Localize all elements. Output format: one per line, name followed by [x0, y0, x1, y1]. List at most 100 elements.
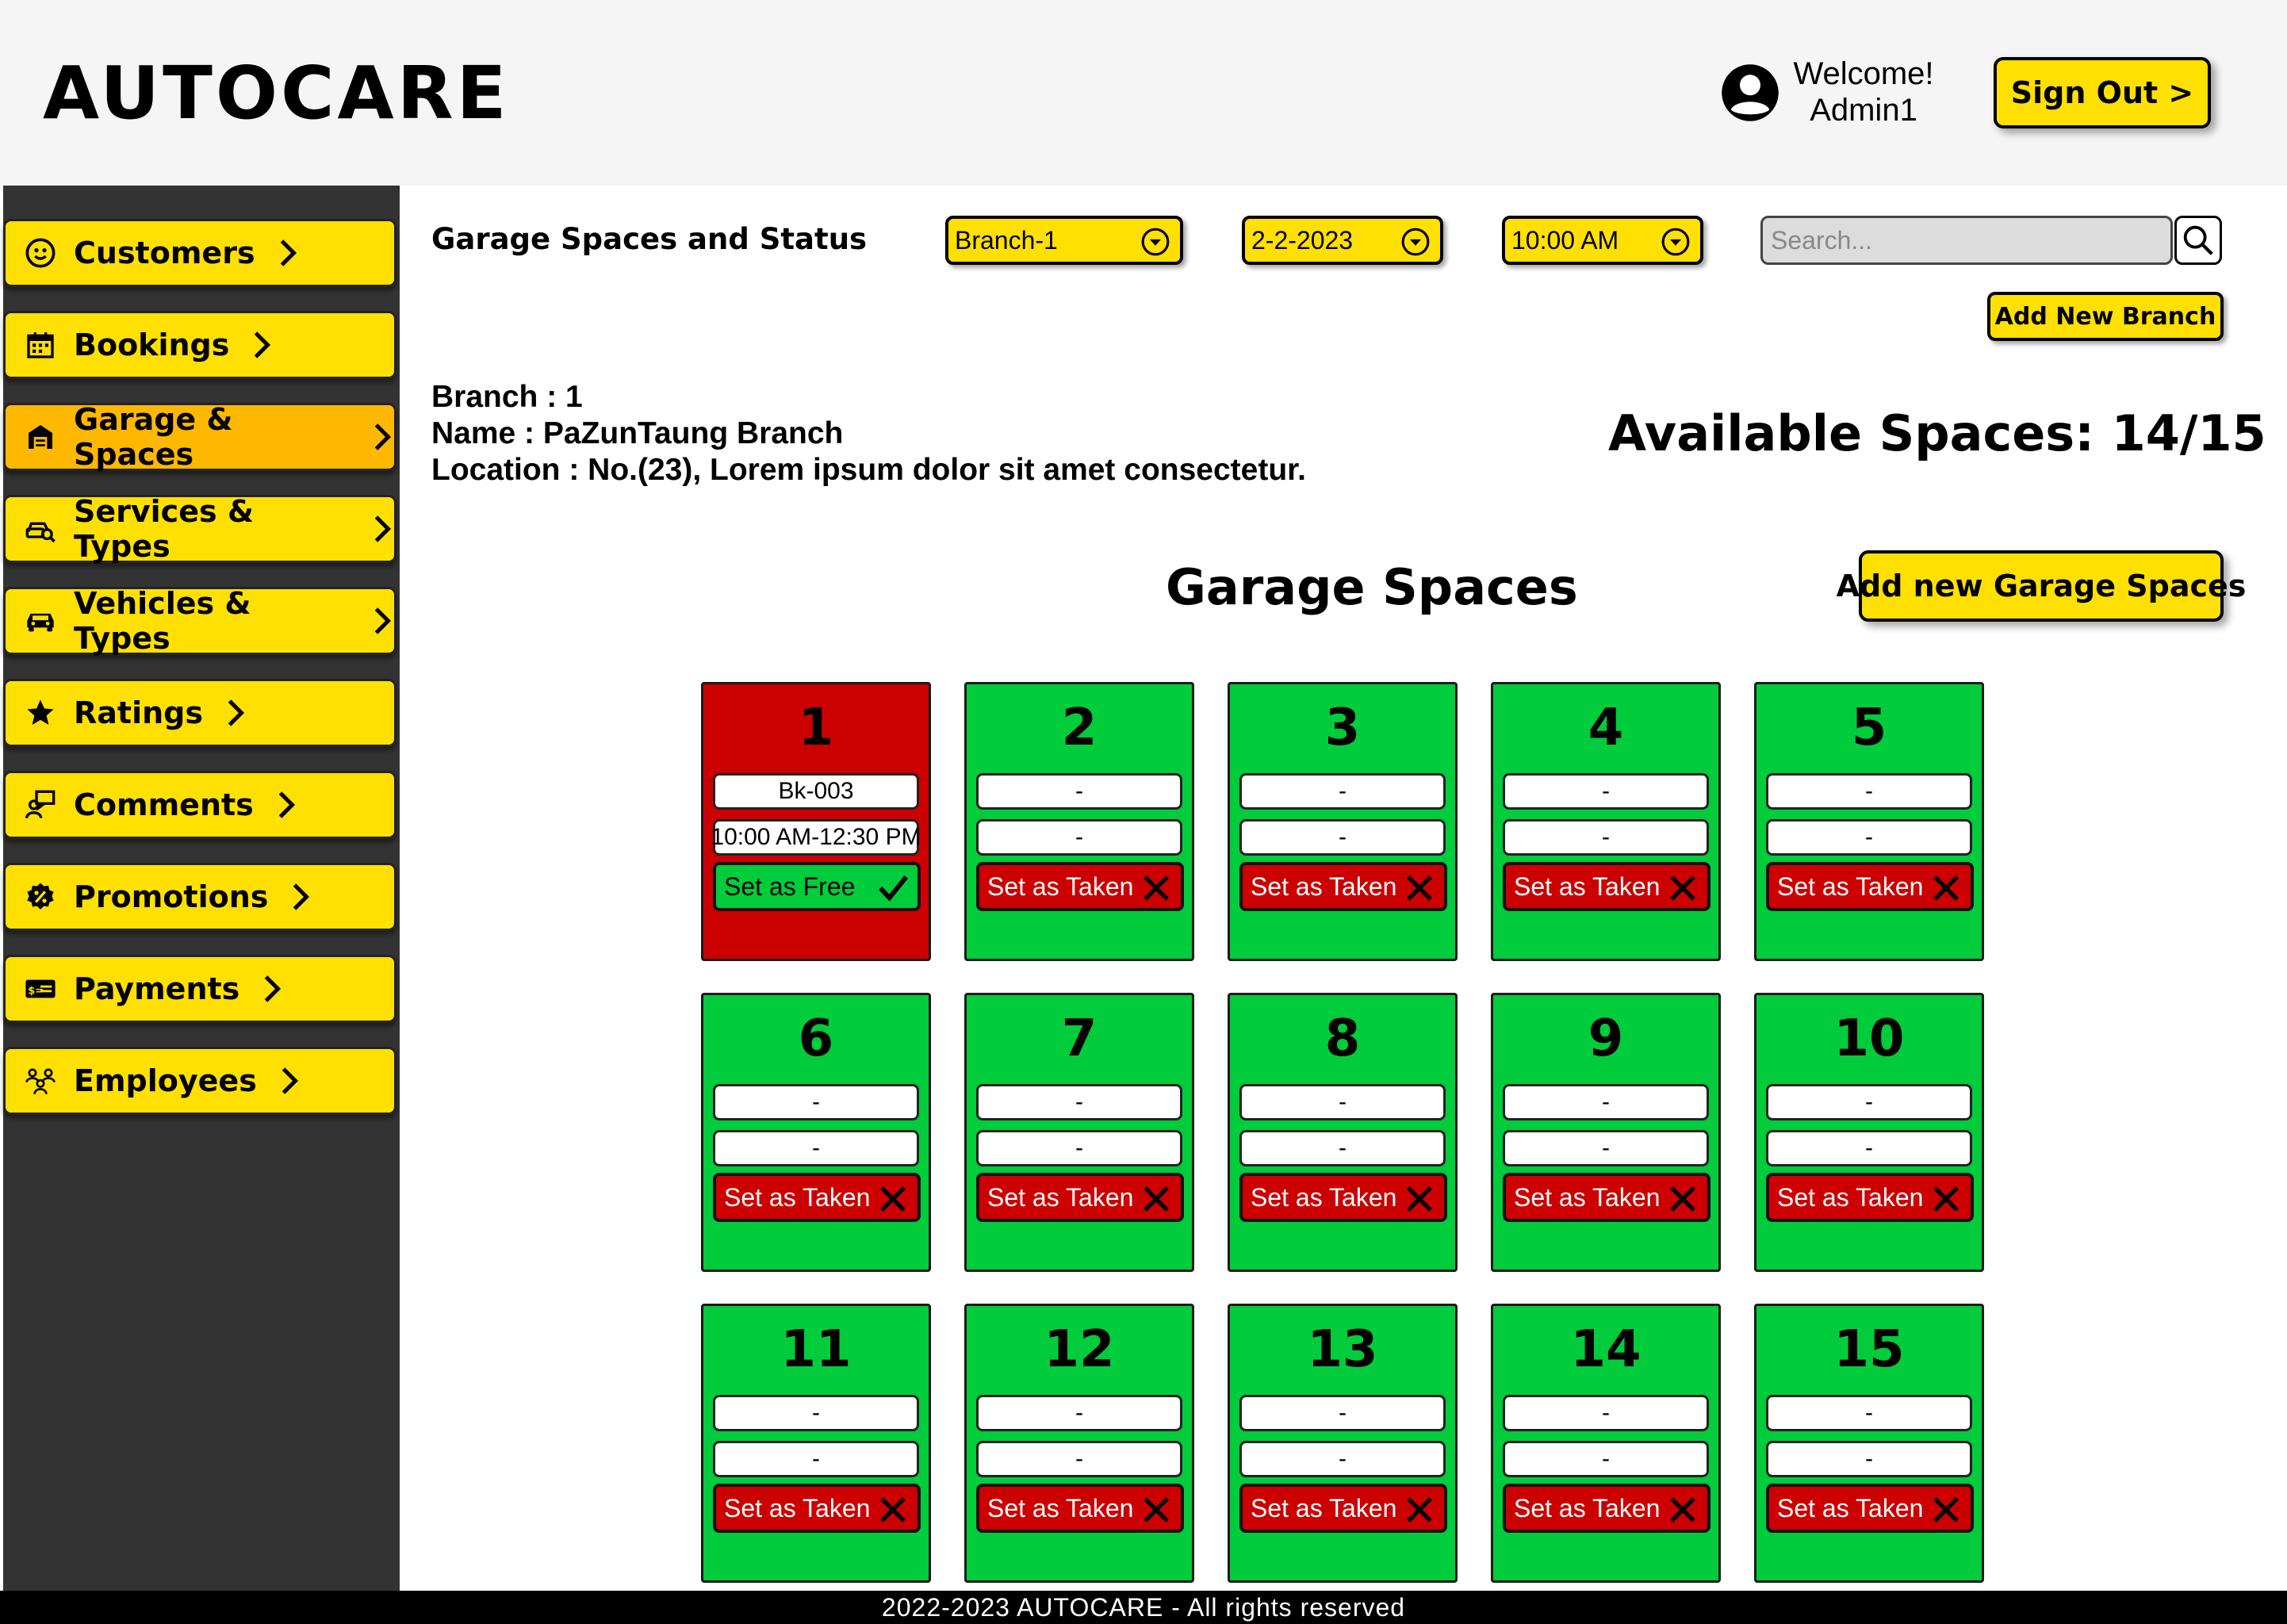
space-time-field: - — [713, 1441, 919, 1477]
set-as-taken-button[interactable]: Set as Taken — [1503, 862, 1710, 911]
add-garage-space-button[interactable]: Add new Garage Spaces — [1837, 550, 2246, 622]
set-as-taken-button[interactable]: Set as Taken — [1503, 1173, 1710, 1222]
close-icon — [876, 1182, 910, 1216]
sidebar-item-vehicles-types[interactable]: Vehicles & Types — [3, 586, 396, 656]
add-new-branch-button[interactable]: Add New Branch — [1987, 292, 2224, 341]
space-booking-field: - — [713, 1395, 919, 1431]
employees-icon — [25, 1065, 56, 1097]
garage-space-card: 5 - - Set as Taken — [1754, 682, 1984, 961]
customer-face-icon — [25, 237, 56, 269]
set-as-taken-button[interactable]: Set as Taken — [976, 1484, 1184, 1533]
sidebar-item-comments[interactable]: Comments — [3, 771, 396, 839]
space-number: 2 — [1061, 699, 1098, 757]
time-select-value: 10:00 AM — [1511, 225, 1619, 255]
close-icon — [1666, 871, 1699, 905]
action-label: Set as Taken — [1777, 871, 1924, 901]
space-number: 8 — [1324, 1009, 1361, 1068]
sidebar-item-garage-spaces[interactable]: Garage & Spaces — [3, 402, 396, 472]
search-icon — [2183, 225, 2213, 255]
action-label: Set as Taken — [724, 1182, 871, 1212]
close-icon — [1140, 1493, 1173, 1526]
space-booking-field: - — [1239, 1395, 1446, 1431]
sidebar-item-label: Promotions — [74, 879, 269, 914]
sidebar-item-ratings[interactable]: Ratings — [3, 679, 396, 747]
space-booking-field: - — [976, 773, 1182, 810]
sidebar-item-payments[interactable]: $= Payments — [3, 955, 396, 1023]
chevron-down-icon — [1401, 228, 1430, 256]
action-label: Set as Taken — [1777, 1182, 1924, 1212]
space-booking-field: - — [1503, 1084, 1709, 1120]
sidebar-item-label: Bookings — [74, 327, 230, 362]
garage-space-card: 1 Bk-003 10:00 AM-12:30 PM Set as Free — [701, 682, 931, 961]
close-icon — [1140, 1182, 1173, 1216]
space-number: 13 — [1307, 1320, 1378, 1379]
set-as-taken-button[interactable]: Set as Taken — [1239, 1173, 1447, 1222]
set-as-taken-button[interactable]: Set as Taken — [1766, 1173, 1974, 1222]
space-number: 9 — [1588, 1009, 1624, 1068]
welcome-greeting: Welcome! — [1793, 56, 1934, 91]
chevron-right-icon — [370, 421, 394, 453]
garage-space-card: 11 - - Set as Taken — [701, 1304, 931, 1583]
branch-select-value: Branch-1 — [955, 225, 1058, 255]
action-label: Set as Taken — [987, 1493, 1134, 1522]
brand-logo-text: AUTOCARE — [43, 51, 510, 136]
sidebar-item-employees[interactable]: Employees — [3, 1047, 396, 1115]
set-as-taken-button[interactable]: Set as Taken — [1766, 1484, 1974, 1533]
space-time-field: - — [1766, 819, 1972, 856]
space-number: 3 — [1324, 699, 1361, 757]
user-avatar-icon[interactable] — [1719, 62, 1781, 124]
star-icon — [25, 697, 56, 729]
close-icon — [876, 1493, 910, 1526]
space-booking-field: - — [1503, 773, 1709, 810]
space-booking-field: Bk-003 — [713, 773, 919, 810]
space-time-field: - — [1766, 1441, 1972, 1477]
space-booking-field: - — [976, 1395, 1182, 1431]
branch-id: Branch : 1 — [431, 380, 583, 414]
sidebar-item-label: Customers — [74, 236, 255, 270]
chevron-right-icon — [260, 973, 284, 1005]
sidebar-item-services-types[interactable]: Services & Types — [3, 494, 396, 564]
sidebar-item-label: Services & Types — [74, 494, 254, 564]
space-time-field: 10:00 AM-12:30 PM — [711, 819, 921, 856]
chevron-right-icon — [224, 697, 247, 729]
branch-select[interactable]: Branch-1 — [945, 216, 1183, 265]
set-as-taken-button[interactable]: Set as Taken — [1239, 862, 1447, 911]
close-icon — [1929, 871, 1963, 905]
sidebar-item-bookings[interactable]: Bookings — [3, 311, 396, 379]
branch-name: Name : PaZunTaung Branch — [431, 416, 844, 450]
calendar-icon — [25, 329, 56, 361]
action-label: Set as Taken — [987, 1182, 1134, 1212]
search-button[interactable] — [2174, 216, 2222, 265]
set-as-taken-button[interactable]: Set as Taken — [713, 1484, 921, 1533]
set-as-taken-button[interactable]: Set as Taken — [976, 1173, 1184, 1222]
set-as-taken-button[interactable]: Set as Taken — [1239, 1484, 1447, 1533]
header: AUTOCARE Welcome! Admin1 Sign Out > — [0, 0, 2287, 186]
space-booking-field: - — [713, 1084, 919, 1120]
set-as-free-button[interactable]: Set as Free — [713, 862, 921, 911]
set-as-taken-button[interactable]: Set as Taken — [1503, 1484, 1710, 1533]
close-icon — [1929, 1493, 1963, 1526]
set-as-taken-button[interactable]: Set as Taken — [976, 862, 1184, 911]
action-label: Set as Taken — [1514, 1182, 1661, 1212]
chevron-right-icon — [250, 329, 274, 361]
action-label: Set as Taken — [1251, 1182, 1397, 1212]
set-as-taken-button[interactable]: Set as Taken — [1766, 862, 1974, 911]
space-time-field: - — [1239, 819, 1446, 856]
garage-space-card: 4 - - Set as Taken — [1491, 682, 1721, 961]
sign-out-button[interactable]: Sign Out > — [1994, 57, 2211, 128]
set-as-taken-button[interactable]: Set as Taken — [713, 1173, 921, 1222]
space-number: 11 — [780, 1320, 852, 1379]
chevron-right-icon — [276, 237, 300, 269]
search-input[interactable]: Search... — [1760, 216, 2173, 265]
garage-space-card: 6 - - Set as Taken — [701, 993, 931, 1272]
time-select[interactable]: 10:00 AM — [1502, 216, 1703, 265]
branch-info: Branch : 1 Name : PaZunTaung Branch Loca… — [431, 379, 1306, 488]
sidebar-item-customers[interactable]: Customers — [3, 219, 396, 287]
sidebar-item-label: Employees — [74, 1063, 257, 1098]
sidebar-item-label: Ratings — [74, 695, 203, 730]
sidebar-item-promotions[interactable]: Promotions — [3, 863, 396, 931]
chevron-down-icon — [1141, 228, 1170, 256]
space-booking-field: - — [1766, 773, 1972, 810]
space-booking-field: - — [976, 1084, 1182, 1120]
date-select[interactable]: 2-2-2023 — [1242, 216, 1443, 265]
